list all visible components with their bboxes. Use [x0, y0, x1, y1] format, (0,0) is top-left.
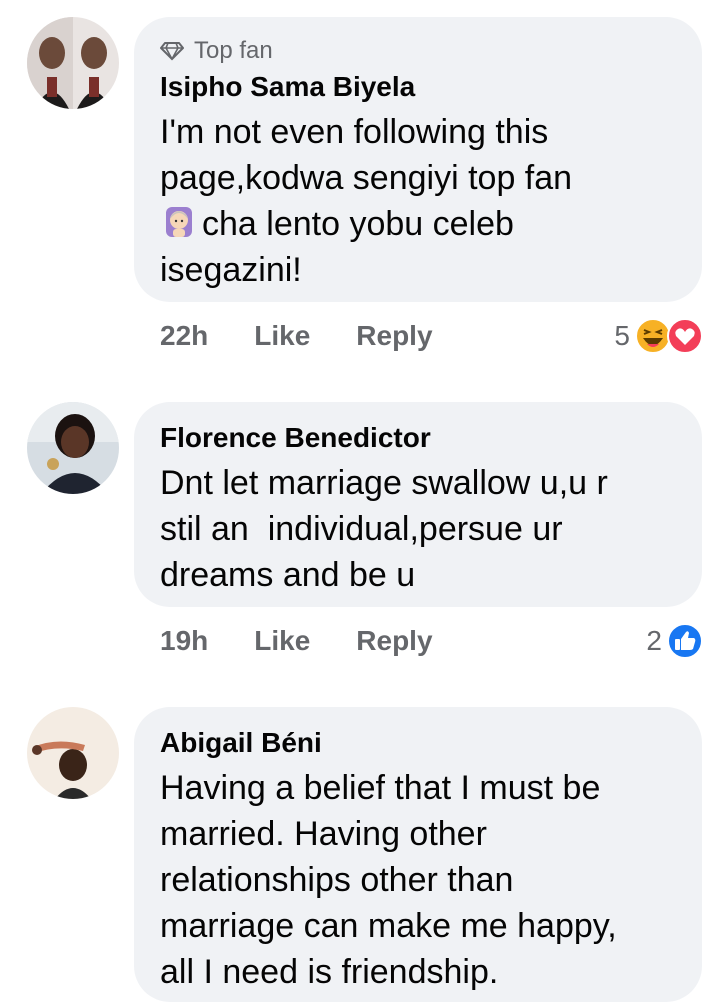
comment-text: Dnt let marriage swallow u,u r stil an i…: [160, 460, 680, 598]
comment-author[interactable]: Abigail Béni: [160, 727, 322, 759]
reaction-count: 5: [614, 320, 630, 351]
comment-text-line: relationships other than: [160, 861, 514, 899]
comment-bubble: Florence Benedictor Dnt let marriage swa…: [134, 402, 702, 607]
comment-bubble: Abigail Béni Having a belief that I must…: [134, 707, 702, 1002]
woman-raising-hand-emoji-icon: [166, 207, 192, 237]
reaction-count: 2: [646, 625, 662, 656]
comment-text: I'm not even following this page,kodwa s…: [160, 109, 680, 293]
comment-time[interactable]: 19h: [160, 625, 208, 657]
comment-bubble: Top fan Isipho Sama Biyela I'm not even …: [134, 17, 702, 302]
comment-actions: 19h Like Reply: [160, 621, 433, 661]
comment-author[interactable]: Florence Benedictor: [160, 422, 431, 454]
comment-time[interactable]: 22h: [160, 320, 208, 352]
reply-button[interactable]: Reply: [356, 320, 432, 352]
comment-actions: 22h Like Reply: [160, 316, 433, 356]
comment-text-line: isegazini!: [160, 251, 302, 289]
reply-button[interactable]: Reply: [356, 625, 432, 657]
comment-text: Having a belief that I must be married. …: [160, 765, 700, 995]
top-fan-badge: Top fan: [160, 37, 273, 65]
diamond-icon: [160, 42, 184, 61]
comment-author[interactable]: Isipho Sama Biyela: [160, 71, 415, 103]
badge-label: Top fan: [194, 37, 273, 64]
avatar[interactable]: [27, 707, 119, 799]
like-icon: [667, 623, 703, 659]
reaction-summary[interactable]: 2: [646, 621, 704, 661]
comment-text-line: married. Having other: [160, 815, 487, 853]
avatar[interactable]: [27, 402, 119, 494]
comment-text-line: stil an individual,persue ur: [160, 510, 563, 548]
avatar[interactable]: [27, 17, 119, 109]
avatar-photo: [27, 402, 119, 494]
reaction-summary[interactable]: 5: [614, 316, 704, 356]
like-button[interactable]: Like: [254, 320, 310, 352]
comment-text-line: page,kodwa sengiyi top fan: [160, 159, 573, 197]
comment-text-line: all I need is friendship.: [160, 953, 499, 991]
comment-text-line: Dnt let marriage swallow u,u r: [160, 464, 608, 502]
like-button[interactable]: Like: [254, 625, 310, 657]
comment-text-line-with-emoji: cha lento yobu celeb: [160, 201, 680, 247]
comment-text-line: cha lento yobu celeb: [202, 205, 514, 243]
love-icon: [667, 318, 703, 354]
comment-text-line: Having a belief that I must be: [160, 769, 601, 807]
avatar-photo: [27, 17, 119, 109]
comment-text-line: marriage can make me happy,: [160, 907, 617, 945]
reaction-icons: [634, 317, 704, 355]
reaction-icons: [666, 622, 704, 660]
comment-text-line: I'm not even following this: [160, 113, 549, 151]
avatar-photo: [27, 707, 119, 799]
comment-text-line: dreams and be u: [160, 556, 416, 594]
